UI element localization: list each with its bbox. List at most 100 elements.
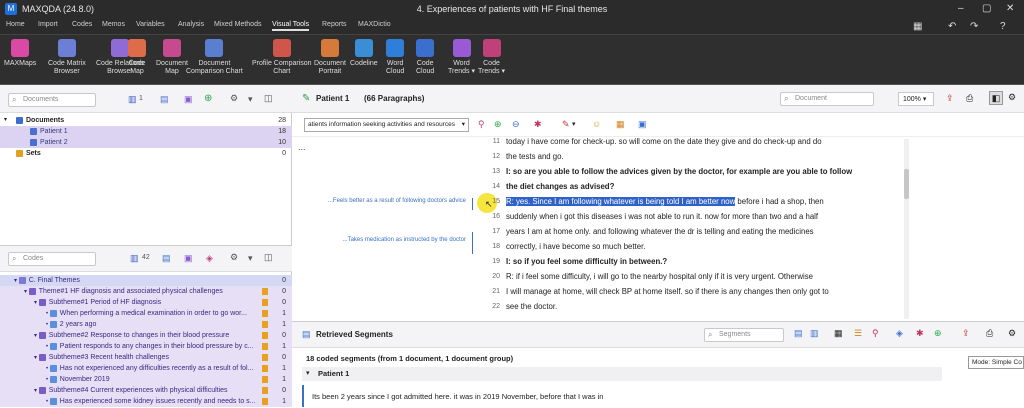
ribbon-button-document-map[interactable]: Document Map (156, 39, 188, 76)
zoom-select[interactable]: 100% ▾ (898, 92, 934, 106)
settings-gear-icon[interactable]: ⚙ (1008, 328, 1016, 339)
chevron-down-icon[interactable]: ▾ (572, 120, 576, 128)
ribbon-button-word-cloud[interactable]: Word Cloud (386, 39, 404, 76)
ribbon-button-code-trends[interactable]: Code Trends ▾ (478, 39, 505, 76)
documents-search-input[interactable]: Documents (8, 93, 96, 107)
ribbon-button-document-comparison-chart[interactable]: Document Comparison Chart (186, 39, 243, 76)
menu-mixed-methods[interactable]: Mixed Methods (214, 21, 261, 28)
code-memo-icon[interactable] (262, 387, 268, 394)
expand-chevron-icon[interactable]: ▾ (34, 388, 39, 394)
segments-search-input[interactable]: Segments (704, 328, 784, 342)
menu-maxdictio[interactable]: MAXDictio (358, 21, 391, 28)
code-tree-row[interactable]: • Has experienced some kidney issues rec… (0, 396, 292, 407)
activated-codes-icon[interactable]: ▥ (130, 253, 139, 264)
code-with-current-icon[interactable]: ⊖ (512, 119, 520, 130)
tree-row-patient-2[interactable]: Patient 2 10 (0, 137, 292, 148)
menu-reports[interactable]: Reports (322, 21, 347, 28)
code-memo-icon[interactable] (262, 299, 268, 306)
code-memo-icon[interactable] (262, 343, 268, 350)
document-paragraph-line[interactable]: 17 years I am at home only. and following… (486, 224, 906, 239)
print-icon[interactable]: ⎙ (986, 328, 993, 339)
menu-import[interactable]: Import (38, 21, 58, 28)
code-set-icon[interactable]: ▣ (184, 253, 193, 264)
document-paragraph-line[interactable]: 15 R: yes. Since I am following whatever … (486, 194, 906, 209)
smart-publisher-icon[interactable]: ◈ (896, 328, 903, 339)
code-tree-row[interactable]: • 2 years ago 1 (0, 319, 292, 330)
expand-chevron-icon[interactable]: ▾ (34, 333, 39, 339)
expand-chevron-icon[interactable]: ▾ (24, 289, 29, 295)
document-paragraph-line[interactable]: 13 I: so are you able to follow the advic… (486, 164, 906, 179)
settings-gear-icon[interactable]: ⚙ (230, 93, 238, 104)
code-memo-icon[interactable] (262, 321, 268, 328)
smart-coding-icon[interactable]: ◈ (206, 253, 213, 264)
document-search-input[interactable]: Document (780, 92, 874, 106)
code-with-new-code-icon[interactable]: ⊕ (494, 119, 502, 130)
ribbon-button-codeline[interactable]: Codeline (350, 39, 378, 68)
print-icon[interactable]: ⎙ (966, 93, 973, 104)
code-icon[interactable]: ⊕ (934, 328, 942, 339)
code-memo-icon[interactable] (262, 310, 268, 317)
activated-documents-icon[interactable]: ▥ (128, 94, 137, 105)
undo-icon[interactable]: ↶ (948, 21, 956, 32)
document-paragraph-line[interactable]: 22 see the doctor. (486, 299, 906, 314)
code-tree-row[interactable]: ▾ Subtheme#3 Recent health challenges 0 (0, 352, 292, 363)
ribbon-button-word-trends[interactable]: Word Trends ▾ (448, 39, 475, 76)
export-icon[interactable]: ⇪ (962, 328, 970, 339)
redo-icon[interactable]: ↷ (970, 21, 978, 32)
document-paragraph-line[interactable]: 14 the diet changes as advised? (486, 179, 906, 194)
split-view-icon[interactable]: ◧ (989, 91, 1003, 105)
add-document-icon[interactable]: ⊕ (204, 93, 212, 104)
document-group-icon[interactable]: ▤ (160, 94, 169, 105)
code-memo-icon[interactable] (262, 365, 268, 372)
tree-row-sets[interactable]: Sets 0 (0, 148, 292, 159)
codes-search-input[interactable]: Codes (8, 252, 96, 266)
ribbon-button-code-cloud[interactable]: Code Cloud (416, 39, 434, 76)
code-memo-icon[interactable] (262, 376, 268, 383)
word-cloud-icon[interactable]: ✱ (916, 328, 924, 339)
ribbon-button-code-matrix-browser[interactable]: Code Matrix Browser (48, 39, 86, 76)
menu-home[interactable]: Home (6, 21, 25, 28)
document-paragraph-line[interactable]: 18 correctly, i have become so much bette… (486, 239, 906, 254)
expand-chevron-icon[interactable]: ▾ (34, 355, 39, 361)
minimize-icon[interactable]: – (958, 3, 964, 14)
code-memo-icon[interactable] (262, 288, 268, 295)
collapse-chevron-icon[interactable]: ▾ (306, 369, 310, 377)
maximize-icon[interactable]: ▢ (982, 3, 991, 14)
list-view-icon[interactable]: ▤ (794, 328, 803, 339)
menu-codes[interactable]: Codes (72, 21, 92, 28)
highlighter-icon[interactable]: ✎ (562, 119, 570, 130)
symbol-icon[interactable]: ▦ (616, 119, 625, 130)
code-pin-icon[interactable]: ⚲ (478, 119, 485, 130)
settings-gear-icon[interactable]: ⚙ (230, 252, 238, 263)
overview-icon[interactable]: ▦ (834, 328, 843, 339)
layout-icon[interactable]: ▦ (913, 21, 922, 32)
code-tree-row[interactable]: • November 2019 1 (0, 374, 292, 385)
menu-visual-tools[interactable]: Visual Tools (272, 21, 310, 31)
list-icon[interactable]: ☰ (854, 328, 862, 339)
code-memo-icon[interactable] (262, 332, 268, 339)
ribbon-button-code-map[interactable]: Code Map (128, 39, 146, 76)
document-set-icon[interactable]: ▣ (184, 94, 193, 105)
code-tree-row[interactable]: ▾ Subtheme#2 Response to changes in thei… (0, 330, 292, 341)
expand-chevron-icon[interactable]: ▾ (14, 278, 19, 284)
menu-analysis[interactable]: Analysis (178, 21, 204, 28)
pin-icon[interactable]: ⚲ (872, 328, 879, 339)
code-tree-row[interactable]: ▾ Subtheme#4 Current experiences with ph… (0, 385, 292, 396)
code-tree-row[interactable]: ▾ Subtheme#1 Period of HF diagnosis 0 (0, 297, 292, 308)
new-code-icon[interactable]: ▤ (162, 253, 171, 264)
ribbon-button-document-portrait[interactable]: Document Portrait (314, 39, 346, 76)
document-paragraph-line[interactable]: 19 I: so if you feel some difficulty in b… (486, 254, 906, 269)
document-paragraph-line[interactable]: 12 the tests and go. (486, 149, 906, 164)
pane-toggle-icon[interactable]: ◫ (264, 93, 273, 104)
expand-chevron-icon[interactable]: ▾ (34, 300, 39, 306)
document-paragraph-line[interactable]: 20 R: if i feel some difficulty, i will g… (486, 269, 906, 284)
code-tree-row[interactable]: ▾ Theme#1 HF diagnosis and associated ph… (0, 286, 292, 297)
ribbon-button-profile-comparison-chart[interactable]: Profile Comparison Chart (252, 39, 312, 76)
tree-row-patient-1[interactable]: Patient 1 18 (0, 126, 292, 137)
edit-pencil-icon[interactable]: ✎ (302, 93, 310, 104)
ribbon-button-maxmaps[interactable]: MAXMaps (4, 39, 36, 68)
chevron-down-icon[interactable]: ▾ (248, 94, 253, 105)
memo-icon[interactable]: ▣ (638, 119, 647, 130)
menu-memos[interactable]: Memos (102, 21, 125, 28)
emoticode-icon[interactable]: ☺ (592, 119, 601, 129)
